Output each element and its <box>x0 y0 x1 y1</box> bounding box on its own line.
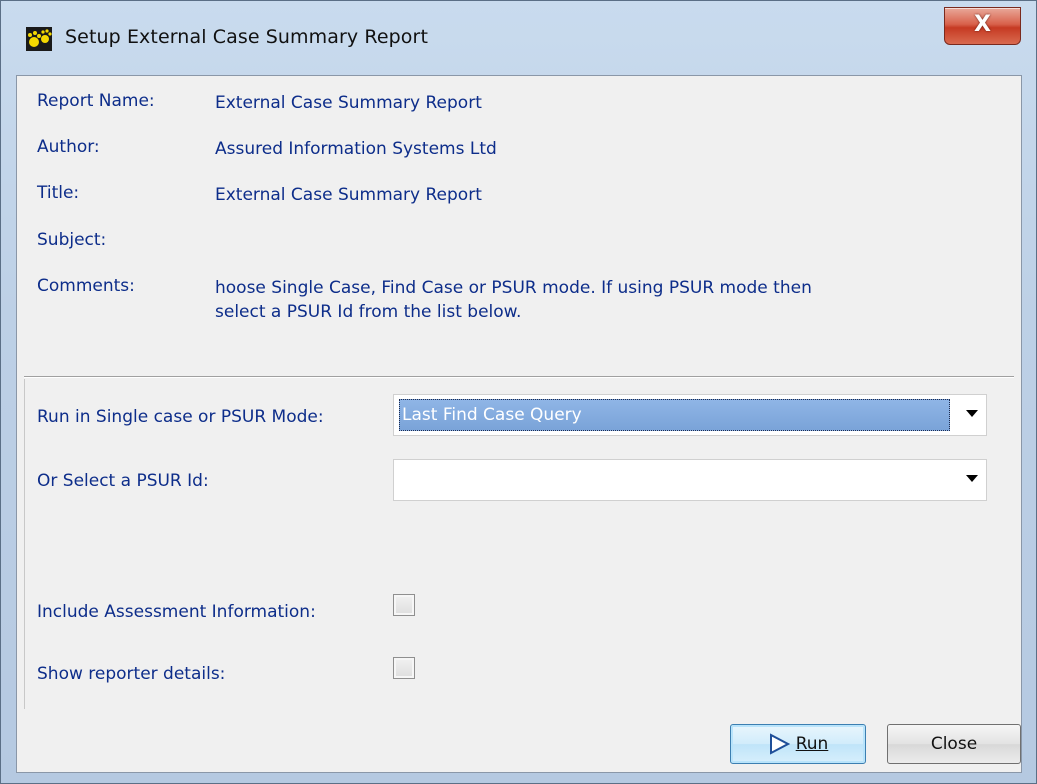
window-close-button[interactable]: X <box>944 7 1021 45</box>
run-button-label: Run <box>795 734 829 754</box>
mode-label: Run in Single case or PSUR Mode: <box>37 407 324 427</box>
button-bar: Run Close <box>17 709 1021 772</box>
include-assessment-checkbox[interactable] <box>393 594 415 616</box>
report-name-label: Report Name: <box>37 91 155 111</box>
subject-label: Subject: <box>37 230 107 250</box>
show-reporter-checkbox[interactable] <box>393 657 415 679</box>
comments-value-line2: select a PSUR Id from the list below. <box>215 302 522 322</box>
comments-value-line1: hoose Single Case, Find Case or PSUR mod… <box>215 278 812 298</box>
paw-prints-icon <box>26 27 52 51</box>
author-label: Author: <box>37 137 100 157</box>
mode-selected-value: Last Find Case Query <box>399 399 950 431</box>
report-options-panel: Run in Single case or PSUR Mode: Last Fi… <box>24 379 1015 709</box>
title-bar[interactable]: Setup External Case Summary Report X <box>1 1 1036 75</box>
chevron-down-icon[interactable] <box>966 475 978 482</box>
panel-divider <box>24 376 1014 378</box>
include-assessment-label: Include Assessment Information: <box>37 602 316 622</box>
comments-label: Comments: <box>37 276 135 296</box>
psur-select[interactable] <box>393 459 987 501</box>
chevron-down-icon[interactable] <box>966 410 978 417</box>
author-value: Assured Information Systems Ltd <box>215 139 497 159</box>
close-button[interactable]: Close <box>887 724 1021 764</box>
report-name-value: External Case Summary Report <box>215 93 482 113</box>
title-value: External Case Summary Report <box>215 185 482 205</box>
dialog-window: Setup External Case Summary Report X Rep… <box>0 0 1037 784</box>
report-info-panel: Report Name: External Case Summary Repor… <box>25 79 1013 376</box>
mode-select[interactable]: Last Find Case Query <box>393 394 987 436</box>
close-icon: X <box>974 12 991 37</box>
psur-label: Or Select a PSUR Id: <box>37 471 209 491</box>
show-reporter-label: Show reporter details: <box>37 664 226 684</box>
play-triangle-icon <box>769 733 790 755</box>
title-label: Title: <box>37 183 80 203</box>
dialog-client-area: Report Name: External Case Summary Repor… <box>16 75 1022 773</box>
window-title: Setup External Case Summary Report <box>65 26 428 48</box>
run-button[interactable]: Run <box>730 724 866 764</box>
